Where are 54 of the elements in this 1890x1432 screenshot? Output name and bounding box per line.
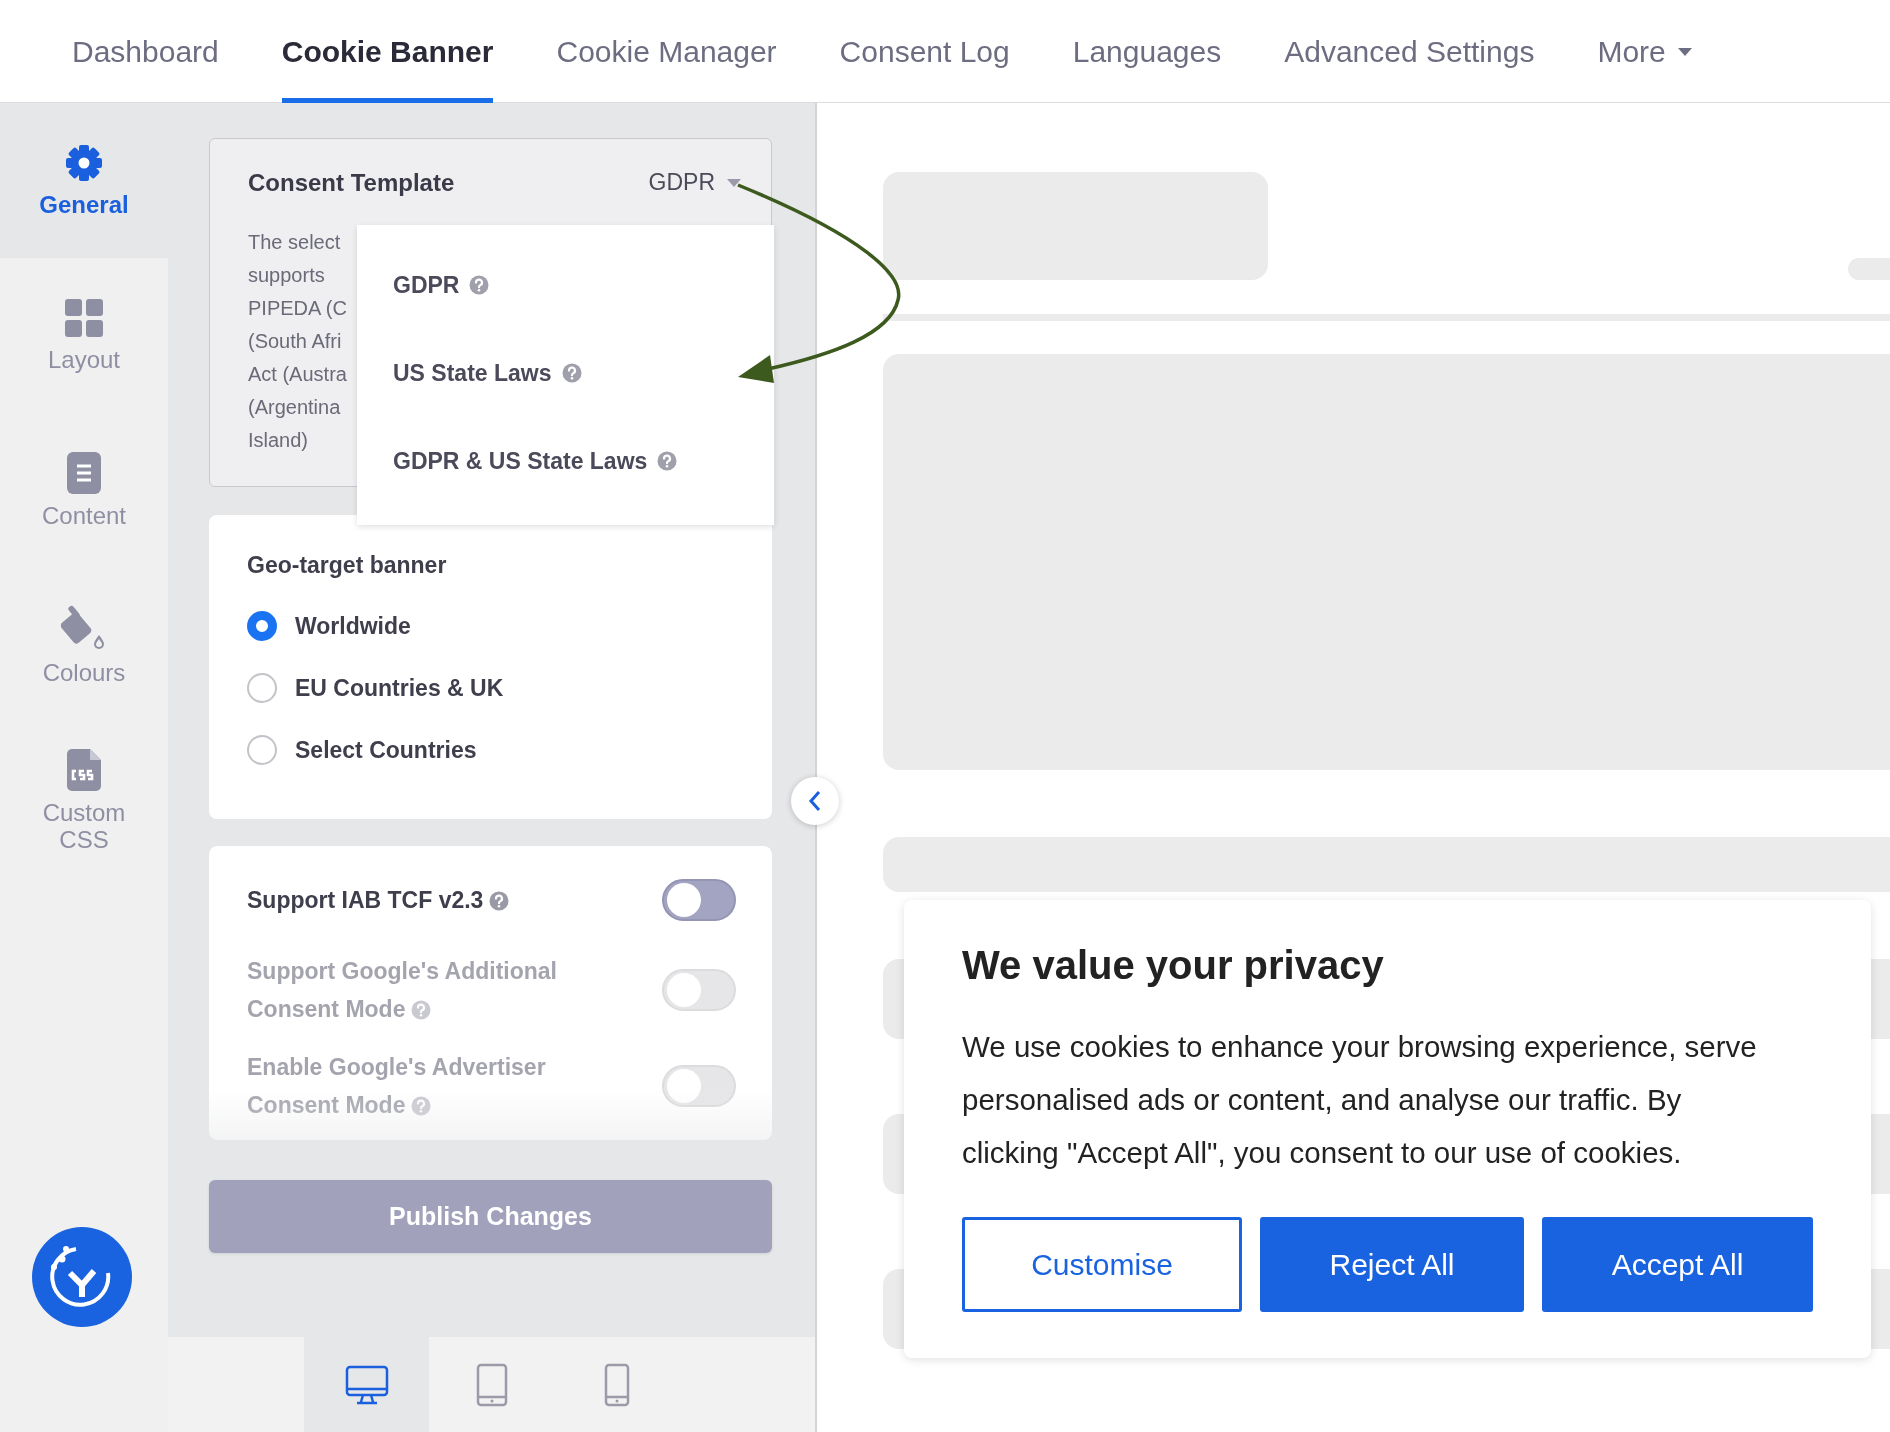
nav-tab[interactable]: Languages: [1072, 0, 1222, 103]
logo-icon[interactable]: [32, 1227, 132, 1327]
sidebar-item[interactable]: Colours: [0, 568, 168, 723]
field-label: Consent Template: [248, 168, 455, 197]
tablet-icon: [475, 1362, 508, 1407]
css-file-icon: [67, 748, 101, 791]
device-tab[interactable]: [304, 1337, 429, 1432]
banner-button[interactable]: Accept All: [1542, 1217, 1813, 1312]
dropdown-option[interactable]: GDPR: [357, 241, 490, 329]
banner-button[interactable]: Customise: [962, 1217, 1242, 1312]
monitor-icon: [344, 1364, 389, 1405]
radio-label: EU Countries & UK: [295, 674, 504, 702]
phone-icon: [603, 1362, 630, 1407]
sidebar-item[interactable]: Custom CSS: [0, 723, 168, 878]
dropdown-option[interactable]: US State Laws: [357, 329, 582, 417]
sidebar-item[interactable]: General: [0, 103, 168, 258]
collapse-button[interactable]: [791, 777, 839, 825]
radio-option[interactable]: EU Countries & UK: [247, 657, 734, 719]
banner-title: We value your privacy: [962, 942, 1385, 989]
radio-option[interactable]: Select Countries: [247, 719, 734, 781]
dropdown-option[interactable]: GDPR & US State Laws: [357, 417, 678, 505]
radio-button[interactable]: [247, 735, 277, 765]
help-icon[interactable]: [489, 891, 510, 911]
help-icon[interactable]: [657, 451, 678, 471]
radio-button[interactable]: [247, 611, 277, 641]
setting-label: Enable Google's Advertiser Consent Mode: [247, 1053, 547, 1120]
template-select[interactable]: GDPR: [648, 169, 741, 196]
setting-label: Support Google's Additional Consent Mode: [247, 957, 558, 1024]
chevron-left-icon: [808, 790, 822, 812]
radio-label: Select Countries: [295, 736, 477, 764]
gear-icon: [64, 143, 104, 183]
help-icon[interactable]: [469, 275, 490, 295]
radio-option[interactable]: Worldwide: [247, 595, 734, 657]
banner-button[interactable]: Reject All: [1260, 1217, 1524, 1312]
radio-label: Worldwide: [295, 612, 411, 640]
setting-label: Support IAB TCF v2.3: [247, 881, 607, 919]
nav-tab[interactable]: Dashboard: [72, 0, 219, 103]
help-icon[interactable]: [561, 363, 582, 383]
nav-tab[interactable]: Consent Log: [839, 0, 1010, 103]
section-title: Geo-target banner: [247, 551, 448, 580]
radio-button[interactable]: [247, 673, 277, 703]
sidebar-item[interactable]: Layout: [0, 258, 168, 413]
sidebar-item[interactable]: Content: [0, 413, 168, 568]
document-icon: [67, 452, 101, 494]
caret-icon: [1677, 47, 1692, 56]
nav-tab[interactable]: Cookie Manager: [556, 0, 777, 103]
nav-tab[interactable]: More: [1597, 0, 1692, 103]
description-text: The select supports PIPEDA (C (South Afri Act (Austra (Argentina Island): [248, 230, 347, 453]
nav-tab[interactable]: Advanced Settings: [1284, 0, 1535, 103]
caret-icon: [727, 178, 741, 187]
grid-icon: [64, 298, 104, 338]
paint-bucket-icon: [61, 605, 107, 651]
toggle-switch[interactable]: [662, 879, 736, 921]
banner-message: We use cookies to enhance your browsing experience, serve personalised ads or content, and analyse our traffic. By clicking "Accept All", you consent to our use of cookies.: [962, 1029, 1758, 1171]
